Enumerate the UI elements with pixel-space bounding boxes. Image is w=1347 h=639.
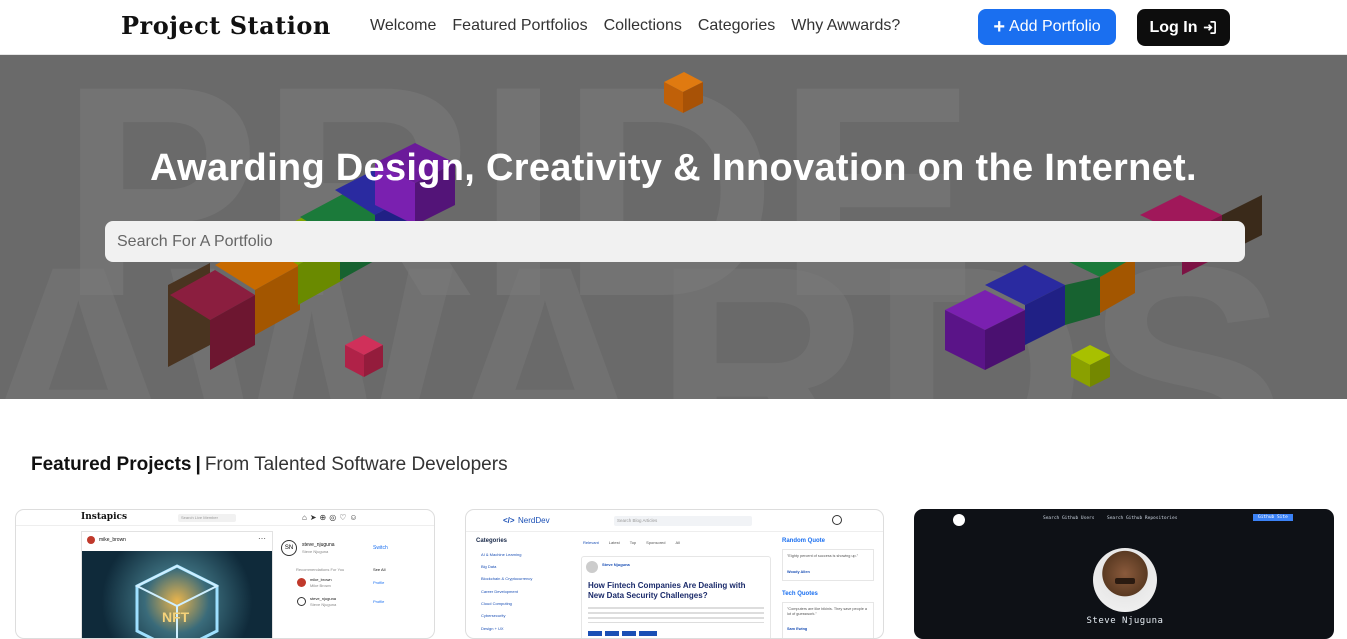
tag-chip[interactable] <box>639 631 657 636</box>
category-item[interactable]: Design + UX <box>481 626 504 631</box>
category-item[interactable]: Blockchain & Cryptocurrency <box>481 576 532 581</box>
quote-author: Sam Ewing <box>787 627 808 631</box>
see-all-link[interactable]: See All <box>373 567 385 572</box>
avatar-glasses <box>1115 578 1135 584</box>
plus-icon: + <box>993 16 1006 38</box>
rec2-name: Steve Njuguna <box>310 602 337 607</box>
suggest-username[interactable]: steve_njuguna <box>302 542 335 548</box>
github-topbar: Search Github Users Search Github Reposi… <box>915 510 1333 530</box>
recommendations-label: Recommendations For You <box>296 567 345 572</box>
sign-in-icon <box>1202 20 1217 35</box>
tag-chip[interactable] <box>622 631 636 636</box>
site-logo[interactable]: Project Station <box>121 11 331 40</box>
post-username[interactable]: mike_brown <box>99 537 126 543</box>
nerddev-quotes: Random Quote "Eighty percent of success … <box>781 538 876 638</box>
profile-avatar <box>1093 548 1157 612</box>
nav-link-why-awwards[interactable]: Why Awwards? <box>791 17 900 35</box>
article-tags <box>588 631 657 636</box>
tab-latest[interactable]: Latest <box>609 540 620 545</box>
nerddev-search-input[interactable]: Search Blog Articles <box>614 516 752 526</box>
random-quote-title: Random Quote <box>782 538 825 544</box>
nerddev-feed: Relevant Latest Top Sponsored All Steve … <box>581 540 771 638</box>
nav-links: Welcome Featured Portfolios Collections … <box>370 17 900 35</box>
nerddev-categories: Categories AI & Machine Learning Big Dat… <box>476 538 571 638</box>
nft-cube-icon <box>134 564 220 638</box>
project-card-instapics[interactable]: Instapics Search Live Member ⌂➤⊕◎♡☺ mike… <box>15 509 435 639</box>
rec2-profile-link[interactable]: Profile <box>373 599 384 604</box>
avatar <box>87 536 95 544</box>
quote-text: "Eighty percent of success is showing up… <box>787 554 859 558</box>
switch-link[interactable]: Switch <box>373 545 388 551</box>
project-card-github-search[interactable]: Search Github Users Search Github Reposi… <box>914 509 1334 639</box>
instapics-search-input[interactable]: Search Live Member <box>178 514 236 522</box>
quote-card: "Computers are like bikinis. They save p… <box>782 602 874 638</box>
post-image: NFT <box>82 551 272 638</box>
category-item[interactable]: Big Data <box>481 564 496 569</box>
nav-search-users[interactable]: Search Github Users <box>1043 516 1094 521</box>
portfolio-search-input[interactable] <box>105 221 1245 262</box>
quote-text: "Computers are like bikinis. They save p… <box>787 607 867 616</box>
instapics-logo: Instapics <box>81 512 128 522</box>
instapics-nav-icons[interactable]: ⌂➤⊕◎♡☺ <box>302 513 361 522</box>
nav-link-welcome[interactable]: Welcome <box>370 17 436 35</box>
login-button[interactable]: Log In <box>1137 9 1230 46</box>
add-portfolio-label: Add Portfolio <box>1009 18 1101 35</box>
profile-name: Steve Njuguna <box>1086 616 1164 626</box>
nerddev-logo: NerdDev <box>518 516 550 525</box>
article-title[interactable]: How Fintech Companies Are Dealing with N… <box>588 581 764 601</box>
category-item[interactable]: Cybersecurity <box>481 613 505 618</box>
rec2-username[interactable]: steve_njuguna <box>310 596 336 601</box>
tag-chip[interactable] <box>605 631 619 636</box>
category-item[interactable]: Cloud Computing <box>481 601 512 606</box>
article-excerpt <box>588 607 764 623</box>
featured-heading: Featured Projects | From Talented Software… <box>31 454 508 476</box>
featured-heading-strong: Featured Projects <box>31 454 192 475</box>
rec1-username[interactable]: mike_brown <box>310 577 332 582</box>
article-card[interactable]: Steve Njuguna How Fintech Companies Are … <box>581 556 771 638</box>
nft-label: NFT <box>162 609 190 625</box>
tab-sponsored[interactable]: Sponsored <box>646 540 665 545</box>
instapics-topbar: Instapics Search Live Member ⌂➤⊕◎♡☺ <box>16 510 434 526</box>
user-icon[interactable] <box>832 515 842 525</box>
rec1-name: Mike Brown <box>310 583 331 588</box>
nav-link-categories[interactable]: Categories <box>698 17 775 35</box>
category-item[interactable]: AI & Machine Learning <box>481 552 521 557</box>
suggest-name: Steve Njuguna <box>302 549 329 554</box>
categories-title: Categories <box>476 538 508 544</box>
featured-heading-light: From Talented Software Developers <box>204 454 508 475</box>
avatar <box>586 561 598 573</box>
nerddev-topbar: </> NerdDev Search Blog Articles <box>466 510 883 532</box>
feed-tabs: Relevant Latest Top Sponsored All <box>581 540 771 545</box>
tab-all[interactable]: All <box>676 540 680 545</box>
hero-banner: PRIDE AWARDS Awarding Design, Creativity… <box>0 55 1347 399</box>
nav-search-repos[interactable]: Search Github Repositories <box>1107 516 1177 521</box>
quote-card: "Eighty percent of success is showing up… <box>782 549 874 581</box>
instapics-post: mike_brown ⋯ NFT <box>81 531 273 638</box>
nav-link-featured-portfolios[interactable]: Featured Portfolios <box>452 17 587 35</box>
avatar: SN <box>281 540 297 556</box>
tab-relevant[interactable]: Relevant <box>583 540 599 545</box>
quote-author: Woody Allen <box>787 570 810 574</box>
category-item[interactable]: Career Development <box>481 589 518 594</box>
add-portfolio-button[interactable]: + Add Portfolio <box>978 9 1116 45</box>
project-card-nerddev[interactable]: </> NerdDev Search Blog Articles Categor… <box>465 509 884 639</box>
tag-chip[interactable] <box>588 631 602 636</box>
article-author[interactable]: Steve Njuguna <box>602 562 630 567</box>
tech-quotes-title: Tech Quotes <box>782 591 818 597</box>
avatar <box>297 578 306 587</box>
instapics-suggestions: SN steve_njuguna Steve Njuguna Switch Re… <box>281 540 431 638</box>
nav-link-collections[interactable]: Collections <box>604 17 682 35</box>
avatar <box>297 597 306 606</box>
hero-title: Awarding Design, Creativity & Innovation… <box>150 147 1197 189</box>
code-icon: </> <box>503 516 515 525</box>
more-icon[interactable]: ⋯ <box>258 534 266 543</box>
github-site-button[interactable]: Github Site <box>1253 514 1293 521</box>
rec1-profile-link[interactable]: Profile <box>373 580 384 585</box>
login-label: Log In <box>1149 18 1198 36</box>
github-icon[interactable] <box>953 514 965 526</box>
tab-top[interactable]: Top <box>630 540 636 545</box>
heading-separator: | <box>195 454 201 475</box>
navbar: Project Station Welcome Featured Portfol… <box>0 0 1347 55</box>
